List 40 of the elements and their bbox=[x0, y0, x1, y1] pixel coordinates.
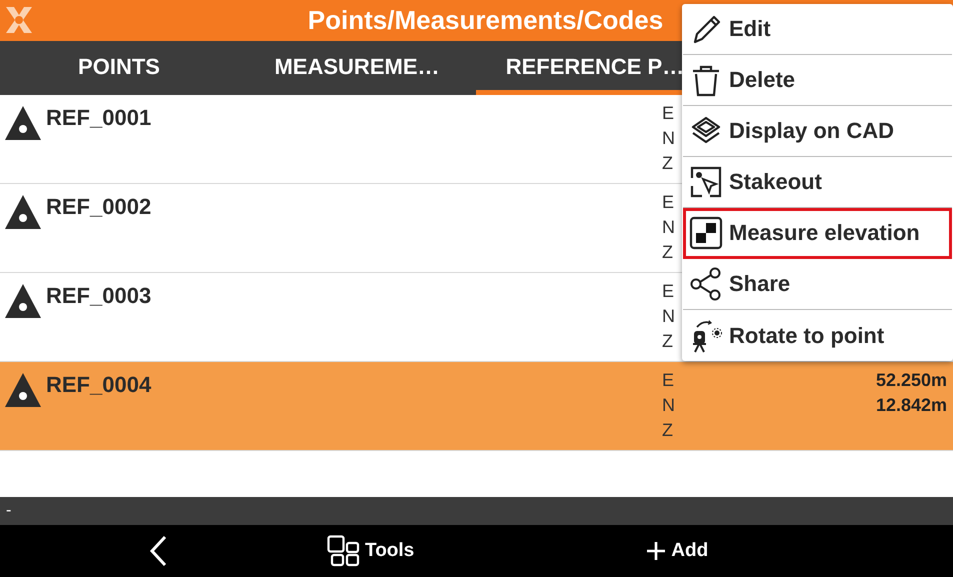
menu-item[interactable]: Stakeout bbox=[683, 157, 952, 208]
reference-point-icon bbox=[4, 194, 42, 230]
point-name: REF_0002 bbox=[46, 194, 152, 220]
reference-point-icon bbox=[4, 372, 42, 408]
back-icon bbox=[147, 534, 169, 568]
axis-label: N bbox=[662, 128, 675, 149]
menu-item[interactable]: Edit bbox=[683, 4, 952, 55]
axis-label: N bbox=[662, 306, 675, 327]
plus-icon bbox=[645, 540, 668, 562]
menu-item[interactable]: Measure elevation bbox=[683, 208, 952, 259]
menu-item[interactable]: Display on CAD bbox=[683, 106, 952, 157]
axis-label: E bbox=[662, 103, 674, 124]
cursor-icon bbox=[689, 165, 723, 199]
axis-label: Z bbox=[662, 153, 673, 174]
tools-button[interactable]: Tools bbox=[323, 533, 418, 569]
status-text: - bbox=[6, 502, 12, 520]
share-icon bbox=[689, 267, 723, 301]
reference-point-icon bbox=[4, 283, 42, 319]
axis-label: E bbox=[662, 281, 674, 302]
axis-label: Z bbox=[662, 331, 673, 352]
axis-label: E bbox=[662, 192, 674, 213]
point-name: REF_0003 bbox=[46, 283, 152, 309]
menu-item[interactable]: Delete bbox=[683, 55, 952, 106]
add-button[interactable]: Add bbox=[641, 538, 712, 564]
point-name: REF_0004 bbox=[46, 372, 152, 398]
point-name: REF_0001 bbox=[46, 105, 152, 131]
axis-label: N bbox=[662, 395, 675, 416]
screen-title: Points/Measurements/Codes bbox=[308, 5, 664, 36]
menu-item[interactable]: Share bbox=[683, 259, 952, 310]
coordinate-value: 52.250m bbox=[876, 370, 947, 391]
coordinate-value: 12.842m bbox=[876, 395, 947, 416]
axis-label: Z bbox=[662, 242, 673, 263]
point-row[interactable]: REF_0004 E 52.250m N 12.842m Z bbox=[0, 362, 953, 451]
axis-label: E bbox=[662, 370, 674, 391]
axis-label: N bbox=[662, 217, 675, 238]
grid-icon bbox=[327, 535, 361, 567]
axis-label: Z bbox=[662, 420, 673, 441]
reference-point-icon bbox=[4, 105, 42, 141]
menu-item[interactable]: Rotate to point bbox=[683, 310, 952, 361]
squares-icon bbox=[689, 216, 723, 250]
